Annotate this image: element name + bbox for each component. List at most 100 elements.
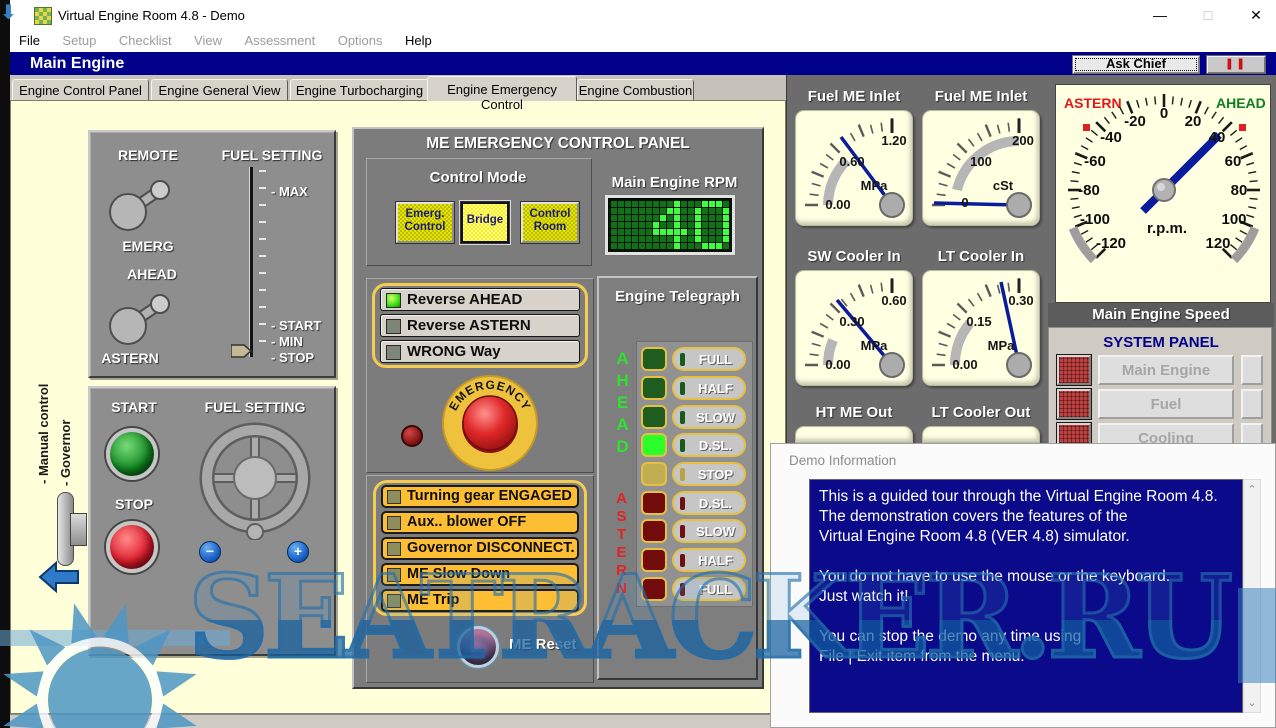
speed-tick-m100: -100 — [1070, 211, 1120, 228]
gauge-unit: MPa — [979, 338, 1023, 353]
maximize-button[interactable]: □ — [1193, 6, 1223, 24]
stop-button[interactable] — [106, 521, 158, 573]
astern-label: ASTERN — [90, 350, 170, 366]
telegraph-astern-label: ASTERN — [613, 490, 630, 598]
tab-engine-control-panel[interactable]: Engine Control Panel — [12, 79, 149, 100]
gauge-max: 1.20 — [872, 133, 913, 148]
system-fuel-square[interactable] — [1241, 389, 1263, 419]
engine-alarm-box: Turning gear ENGAGED Aux.. blower OFF Go… — [366, 475, 594, 683]
system-main-engine-alarm-button[interactable] — [1057, 355, 1091, 385]
aux-blower-indicator: Aux.. blower OFF — [381, 511, 579, 534]
minimize-button[interactable]: — — [1145, 6, 1175, 24]
telegraph-button-ahead-full[interactable]: FULL — [672, 347, 746, 371]
emergency-panel-title: ME EMERGENCY CONTROL PANEL — [354, 135, 762, 153]
gauge-title-fuel-viscosity: Fuel ME Inlet — [922, 88, 1040, 105]
close-button[interactable]: ✕ — [1241, 6, 1271, 24]
page-title: Main Engine — [30, 55, 124, 73]
pause-button[interactable]: ❚❚ — [1206, 55, 1266, 74]
fuel-setting-label: FUEL SETTING — [218, 147, 326, 163]
emerg-control-mode-button[interactable]: Emerg. Control — [396, 202, 454, 243]
scroll-up-icon[interactable]: ⌃ — [1244, 483, 1260, 496]
menu-checklist[interactable]: Checklist — [110, 30, 181, 51]
menu-view[interactable]: View — [185, 30, 231, 51]
telegraph-led — [680, 439, 685, 452]
system-main-engine-square[interactable] — [1241, 355, 1263, 385]
system-panel-title: SYSTEM PANEL — [1049, 334, 1273, 351]
menu-assessment[interactable]: Assessment — [235, 30, 324, 51]
menu-file[interactable]: File — [10, 30, 49, 51]
telegraph-label: D.SL. — [687, 438, 744, 453]
reverse-astern-indicator: Reverse ASTERN — [380, 314, 580, 337]
demo-line: The demonstration covers the features of… — [819, 507, 1242, 527]
telegraph-button-astern-dead-slow[interactable]: D.SL. — [672, 491, 746, 515]
gauge-ht-me-out — [795, 426, 913, 443]
tab-engine-emergency-control[interactable]: Engine Emergency Control — [427, 76, 577, 101]
menu-setup[interactable]: Setup — [53, 30, 105, 51]
app-icon — [34, 7, 52, 25]
telegraph-label: STOP — [687, 467, 744, 482]
demo-information-window: Demo Information This is a guided tour t… — [770, 443, 1276, 728]
section-header-bar: Main Engine Ask Chief ❚❚ — [10, 52, 1276, 75]
telegraph-button-astern-slow[interactable]: SLOW — [672, 519, 746, 543]
telegraph-button-ahead-dead-slow[interactable]: D.SL. — [672, 433, 746, 457]
governor-label: - Governor — [58, 420, 73, 486]
speed-tick-m60: -60 — [1074, 153, 1116, 170]
gauge-max: 200 — [1001, 133, 1040, 148]
wrong-way-led — [386, 345, 401, 360]
gauge-lt-cooler-out — [922, 426, 1040, 443]
slider-start-label: - START — [271, 318, 321, 333]
fuel-setting-wheel[interactable] — [193, 416, 317, 540]
slider-min-label: - MIN — [271, 334, 303, 349]
ahead-label: AHEAD — [112, 266, 192, 282]
bridge-mode-button[interactable]: Bridge — [461, 202, 509, 243]
ask-chief-button[interactable]: Ask Chief — [1072, 55, 1200, 74]
emergency-stop-button[interactable]: EMERGENCY STOP — [440, 373, 540, 473]
demo-scrollbar[interactable]: ⌃ ⌄ — [1243, 479, 1261, 713]
telegraph-label: FULL — [687, 582, 744, 597]
me-reset-button[interactable] — [457, 626, 499, 668]
start-button[interactable] — [106, 428, 158, 480]
fuel-increase-button[interactable]: + — [287, 541, 309, 563]
governor-disconnect-led — [387, 542, 401, 556]
speed-gauge-title-bar: Main Engine Speed — [1048, 303, 1274, 327]
system-fuel-alarm-button[interactable] — [1057, 389, 1091, 419]
tab-engine-combustion[interactable]: Engine Combustion — [577, 79, 694, 100]
telegraph-button-ahead-slow[interactable]: SLOW — [672, 405, 746, 429]
remote-emerg-switch[interactable] — [98, 172, 190, 244]
system-fuel-button[interactable]: Fuel — [1098, 389, 1234, 419]
telegraph-button-stop[interactable]: STOP — [672, 462, 746, 486]
gauge-sw-cooler-in: 0.00 0.30 0.60 MPa — [795, 270, 913, 386]
window-title: Virtual Engine Room 4.8 - Demo — [58, 8, 245, 23]
telegraph-button-astern-half[interactable]: HALF — [672, 548, 746, 572]
stop-label: STOP — [94, 496, 174, 512]
telegraph-button-astern-full[interactable]: FULL — [672, 577, 746, 601]
telegraph-button-ahead-half[interactable]: HALF — [672, 376, 746, 400]
scroll-down-icon[interactable]: ⌄ — [1244, 696, 1260, 709]
fuel-slider-handle[interactable] — [231, 344, 253, 358]
system-main-engine-button[interactable]: Main Engine — [1098, 355, 1234, 385]
me-slow-down-label: ME Slow Down — [407, 566, 510, 582]
menu-help[interactable]: Help — [396, 30, 441, 51]
ahead-astern-switch[interactable] — [98, 286, 190, 358]
estop-status-led — [401, 425, 423, 447]
fuel-decrease-button[interactable]: − — [199, 541, 221, 563]
turning-gear-indicator: Turning gear ENGAGED — [381, 485, 579, 508]
gauge-fuel-me-inlet-pressure: 0.00 0.60 1.20 MPa — [795, 110, 913, 226]
menu-options[interactable]: Options — [329, 30, 392, 51]
fuel-slider-track — [250, 167, 253, 357]
governor-lever-handle[interactable] — [70, 513, 87, 546]
speed-tick-40: 40 — [1202, 129, 1232, 146]
gauge-max: 0.60 — [872, 293, 913, 308]
telegraph-led — [680, 583, 685, 596]
tab-engine-turbocharging[interactable]: Engine Turbocharging — [290, 79, 429, 100]
tab-engine-general-view[interactable]: Engine General View — [151, 79, 288, 100]
gauge-lt-cooler-in: 0.00 0.15 0.30 MPa — [922, 270, 1040, 386]
gauge-unit: MPa — [852, 178, 896, 193]
telegraph-ahead-label: AHEAD — [612, 349, 632, 459]
telegraph-led — [680, 468, 685, 481]
control-room-mode-button[interactable]: Control Room — [521, 202, 579, 243]
slider-max-label: - MAX — [271, 184, 308, 199]
telegraph-lamp-ahead-half — [641, 376, 667, 400]
demo-line: File | Exit item from the menu. — [819, 647, 1242, 667]
turning-gear-label: Turning gear ENGAGED — [407, 488, 572, 504]
